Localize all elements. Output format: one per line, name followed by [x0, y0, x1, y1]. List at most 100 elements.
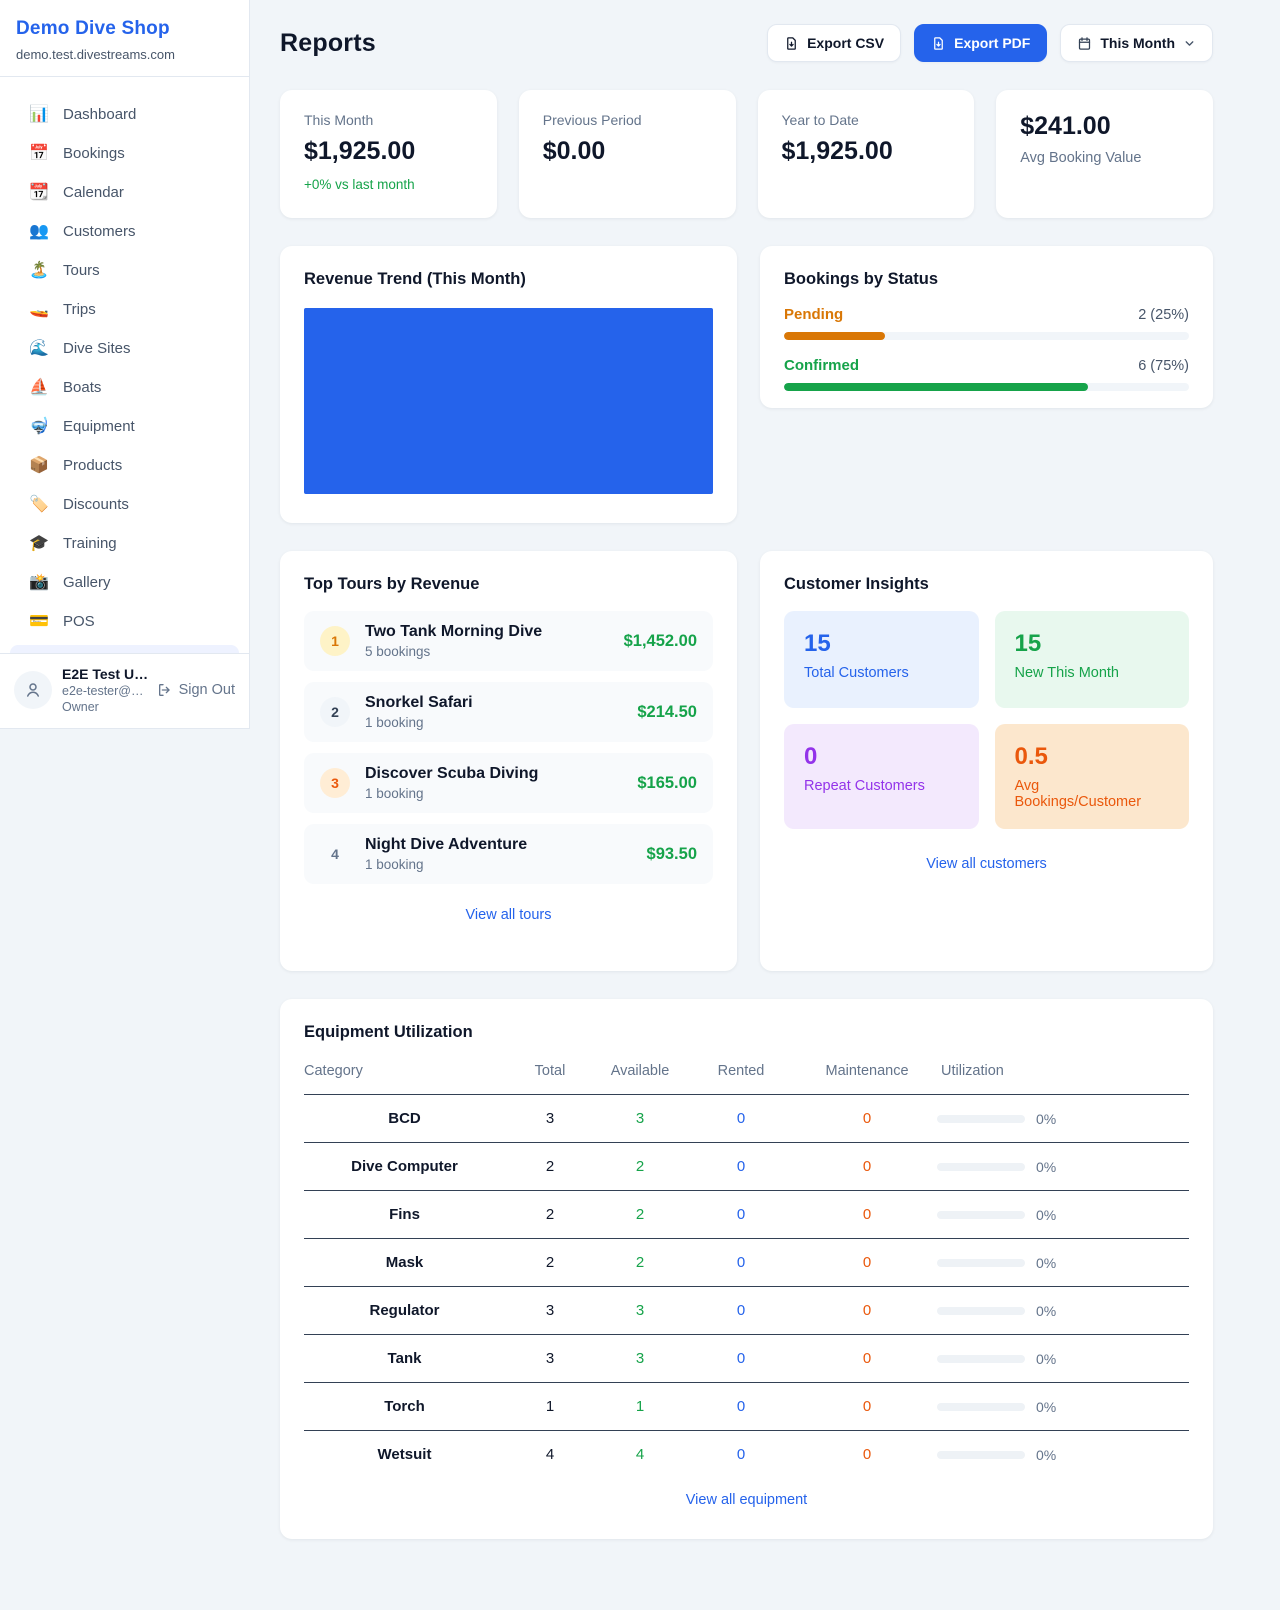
sidebar-item-equipment[interactable]: 🤿Equipment [0, 407, 249, 446]
table-row: Wetsuit 4 4 0 0 0% [304, 1431, 1189, 1470]
logout-icon [157, 682, 173, 698]
col-header-available: Available [595, 1063, 685, 1095]
sidebar-item-products[interactable]: 📦Products [0, 446, 249, 485]
bookings-by-status-title: Bookings by Status [784, 270, 1189, 289]
cell-category: BCD [304, 1095, 505, 1143]
sign-out-button[interactable]: Sign Out [157, 682, 235, 698]
sidebar-item-bookings[interactable]: 📅Bookings [0, 134, 249, 173]
table-row: Dive Computer 2 2 0 0 0% [304, 1143, 1189, 1191]
col-header-total: Total [505, 1063, 595, 1095]
sidebar-item-training[interactable]: 🎓Training [0, 524, 249, 563]
status-label: Pending [784, 306, 843, 323]
view-all-customers-link[interactable]: View all customers [926, 856, 1047, 872]
cell-available: 2 [595, 1191, 685, 1239]
cell-maintenance: 0 [797, 1383, 937, 1431]
cell-rented: 0 [685, 1431, 797, 1470]
cell-total: 1 [505, 1383, 595, 1431]
package-icon: 📦 [29, 458, 49, 474]
tour-amount: $214.50 [637, 703, 697, 722]
insight-value: 0.5 [1015, 743, 1170, 771]
export-csv-label: Export CSV [807, 35, 884, 51]
view-all-tours-link[interactable]: View all tours [466, 907, 552, 923]
sidebar-item-label: Bookings [63, 145, 125, 162]
status-row-pending: Pending 2 (25%) [784, 306, 1189, 340]
stat-label: Previous Period [543, 112, 712, 128]
table-row: Torch 1 1 0 0 0% [304, 1383, 1189, 1431]
cell-category: Mask [304, 1239, 505, 1287]
sidebar-item-discounts[interactable]: 🏷️Discounts [0, 485, 249, 524]
stat-card-this-month: This Month $1,925.00 +0% vs last month [280, 90, 497, 218]
tour-bookings: 5 bookings [365, 644, 542, 659]
insight-label: Repeat Customers [804, 778, 959, 794]
sidebar-item-customers[interactable]: 👥Customers [0, 212, 249, 251]
cell-total: 2 [505, 1191, 595, 1239]
cell-maintenance: 0 [797, 1191, 937, 1239]
rank-badge: 4 [320, 839, 350, 869]
sailboat-icon: ⛵ [29, 380, 49, 396]
insight-label: New This Month [1015, 665, 1170, 681]
cell-rented: 0 [685, 1143, 797, 1191]
sidebar-item-label: Calendar [63, 184, 124, 201]
view-all-equipment-link[interactable]: View all equipment [686, 1492, 807, 1508]
tour-list-item: 2 Snorkel Safari1 booking $214.50 [304, 682, 713, 742]
stat-value: $0.00 [543, 137, 712, 166]
equipment-utilization-title: Equipment Utilization [304, 1023, 1189, 1042]
insight-repeat-customers: 0 Repeat Customers [784, 724, 979, 829]
sidebar-item-label: Gallery [63, 574, 111, 591]
view-all-customers-wrap: View all customers [784, 855, 1189, 873]
stat-label: Year to Date [782, 112, 951, 128]
stat-card-previous-period: Previous Period $0.00 [519, 90, 736, 218]
chevron-down-icon [1183, 37, 1196, 50]
sidebar-item-calendar[interactable]: 📆Calendar [0, 173, 249, 212]
revenue-trend-title: Revenue Trend (This Month) [304, 270, 713, 289]
table-row: Regulator 3 3 0 0 0% [304, 1287, 1189, 1335]
cell-maintenance: 0 [797, 1143, 937, 1191]
sidebar-item-dashboard[interactable]: 📊Dashboard [0, 95, 249, 134]
tour-bookings: 1 booking [365, 786, 538, 801]
rank-badge: 3 [320, 768, 350, 798]
sidebar-item-label: Tours [63, 262, 100, 279]
utilization-bar [937, 1403, 1025, 1411]
utilization-bar [937, 1211, 1025, 1219]
sidebar-item-label: Customers [63, 223, 136, 240]
insights-row: Top Tours by Revenue 1 Two Tank Morning … [280, 551, 1213, 971]
progress-bar [784, 332, 1189, 340]
export-pdf-button[interactable]: Export PDF [914, 24, 1047, 62]
utilization-pct: 0% [1036, 1351, 1056, 1367]
sidebar-item-gallery[interactable]: 📸 Gallery [0, 563, 249, 602]
view-all-tours-wrap: View all tours [304, 906, 713, 924]
camera-icon: 📸 [29, 575, 49, 591]
insight-label: Avg Bookings/Customer [1015, 778, 1170, 810]
sidebar-item-tours[interactable]: 🏝️Tours [0, 251, 249, 290]
sidebar-item-boats[interactable]: ⛵Boats [0, 368, 249, 407]
page-title: Reports [280, 29, 376, 58]
tour-list-item: 1 Two Tank Morning Dive5 bookings $1,452… [304, 611, 713, 671]
stat-card-year-to-date: Year to Date $1,925.00 [758, 90, 975, 218]
utilization-bar [937, 1163, 1025, 1171]
col-header-maintenance: Maintenance [797, 1063, 937, 1095]
sidebar-item-label: Discounts [63, 496, 129, 513]
cell-total: 3 [505, 1287, 595, 1335]
cell-available: 4 [595, 1431, 685, 1470]
col-header-rented: Rented [685, 1063, 797, 1095]
calendar-icon [1077, 36, 1092, 51]
cell-category: Torch [304, 1383, 505, 1431]
header-actions: Export CSV Export PDF This Month [767, 24, 1213, 62]
sidebar-item-dive-sites[interactable]: 🌊Dive Sites [0, 329, 249, 368]
file-download-icon [784, 36, 799, 51]
sidebar-item-trips[interactable]: 🚤Trips [0, 290, 249, 329]
revenue-trend-chart [304, 308, 713, 494]
cell-maintenance: 0 [797, 1335, 937, 1383]
revenue-trend-card: Revenue Trend (This Month) [280, 246, 737, 523]
cell-rented: 0 [685, 1095, 797, 1143]
period-selector[interactable]: This Month [1060, 24, 1213, 62]
sidebar-item-pos[interactable]: 💳POS [0, 602, 249, 641]
progress-bar [784, 383, 1189, 391]
export-csv-button[interactable]: Export CSV [767, 24, 901, 62]
status-row-confirmed: Confirmed 6 (75%) [784, 357, 1189, 391]
utilization-pct: 0% [1036, 1159, 1056, 1175]
stat-value: $1,925.00 [304, 137, 473, 166]
cell-rented: 0 [685, 1383, 797, 1431]
insight-value: 15 [804, 630, 959, 658]
sidebar-item-reports-partial[interactable] [10, 645, 239, 653]
